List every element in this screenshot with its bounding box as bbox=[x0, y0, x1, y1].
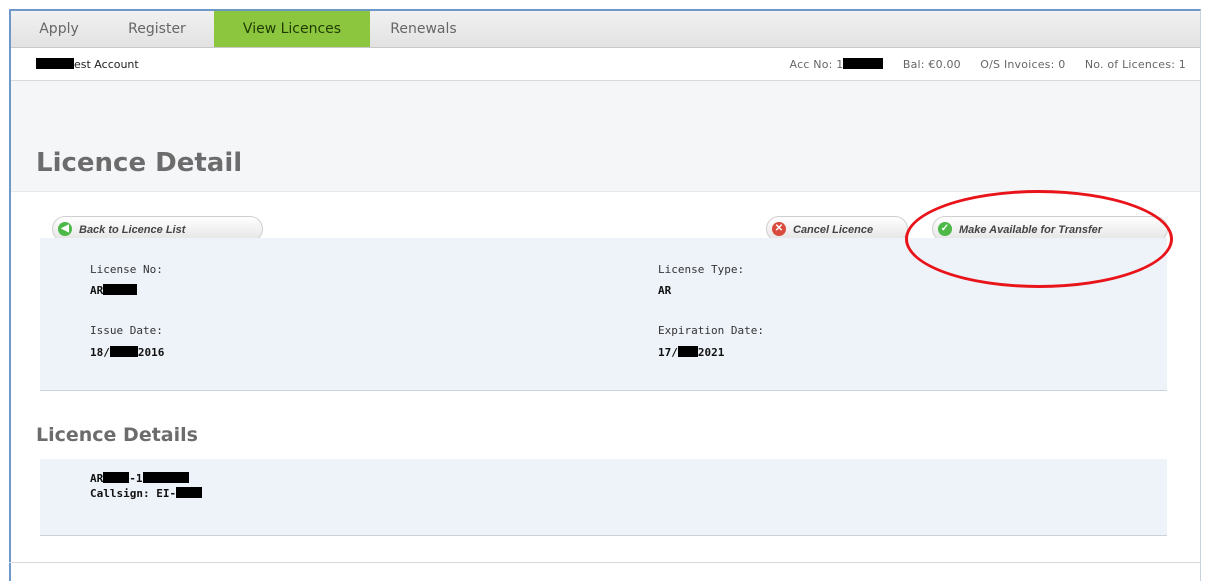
divider bbox=[9, 562, 1201, 563]
cancel-icon: ✕ bbox=[772, 222, 786, 236]
account-bar: est Account Acc No: 1 Bal: €0.00 O/S Inv… bbox=[11, 48, 1200, 81]
license-no-label: License No: bbox=[90, 263, 163, 276]
account-balance: Bal: €0.00 bbox=[902, 58, 961, 71]
licence-details-heading: Licence Details bbox=[36, 424, 198, 446]
tab-apply[interactable]: Apply bbox=[29, 11, 89, 47]
redaction bbox=[36, 58, 74, 69]
account-summary: Acc No: 1 Bal: €0.00 O/S Invoices: 0 No.… bbox=[790, 58, 1186, 71]
outstanding-invoices: O/S Invoices: 0 bbox=[980, 58, 1066, 71]
tab-view-licences[interactable]: View Licences bbox=[214, 11, 370, 47]
account-name-text: est Account bbox=[74, 58, 139, 71]
account-number: Acc No: 1 bbox=[789, 58, 844, 71]
arrow-left-icon: ◀ bbox=[58, 222, 72, 236]
expiration-date-value: 17/2021 bbox=[658, 346, 725, 359]
license-no-value: AR bbox=[90, 284, 138, 297]
issue-date-value: 18/2016 bbox=[90, 346, 165, 359]
tab-renewals[interactable]: Renewals bbox=[376, 11, 471, 47]
license-type-label: License Type: bbox=[658, 263, 745, 276]
main-nav: Apply Register View Licences Renewals bbox=[11, 11, 1200, 48]
back-button-label: Back to Licence List bbox=[79, 224, 186, 236]
tab-register[interactable]: Register bbox=[107, 11, 207, 47]
expiration-date-label: Expiration Date: bbox=[658, 324, 764, 337]
cancel-button-label: Cancel Licence bbox=[793, 224, 874, 236]
callsign-value: Callsign: EI- bbox=[90, 487, 203, 500]
licence-count: No. of Licences: 1 bbox=[1084, 58, 1186, 71]
redaction bbox=[843, 58, 884, 69]
issue-date-label: Issue Date: bbox=[90, 324, 163, 337]
highlight-ellipse bbox=[905, 190, 1173, 288]
page-title: Licence Detail bbox=[36, 148, 243, 178]
account-name: est Account bbox=[36, 58, 139, 71]
license-type-value: AR bbox=[658, 284, 672, 297]
licence-details-box: AR -1 Callsign: EI- bbox=[40, 459, 1167, 536]
licence-reference: AR -1 bbox=[90, 472, 189, 485]
